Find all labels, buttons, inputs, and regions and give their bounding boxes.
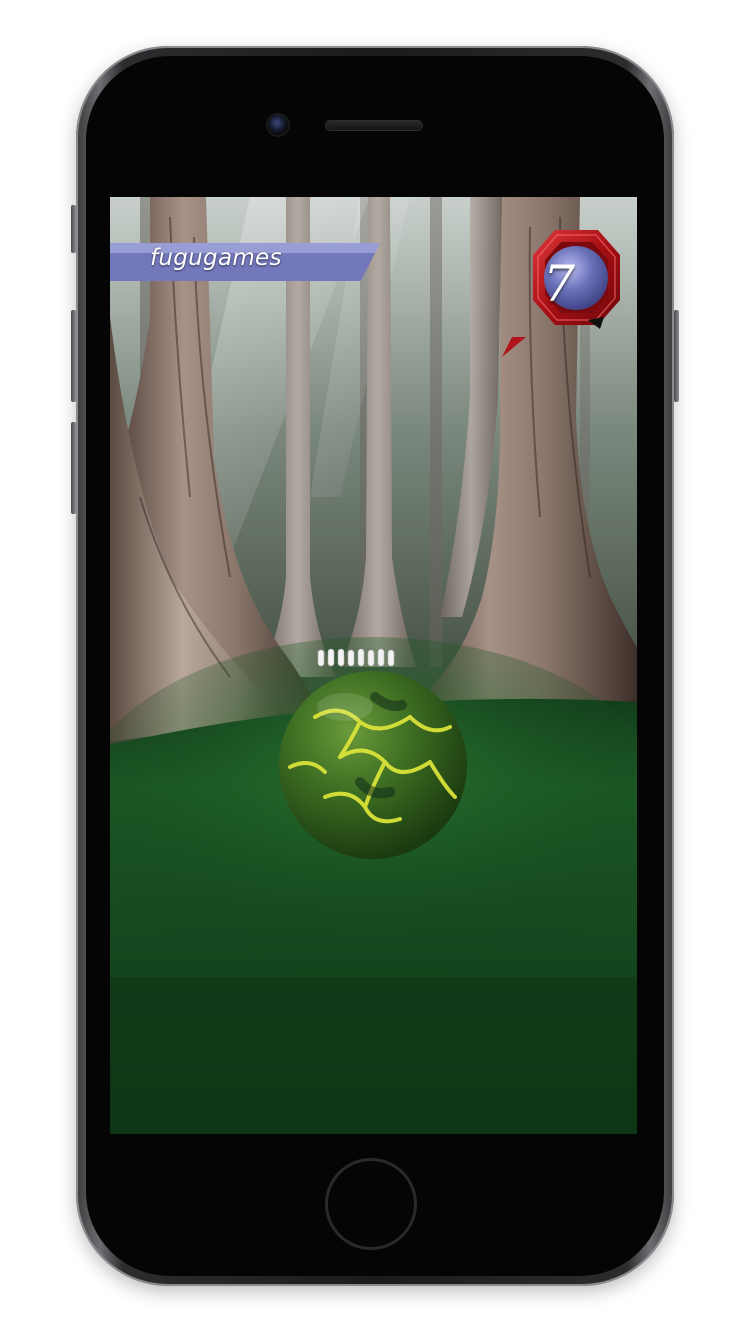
player-name: fugugames	[150, 245, 282, 271]
forest-bowling-scene	[110, 197, 637, 1134]
bowling-ball-icon	[279, 671, 467, 859]
front-camera-icon	[268, 115, 288, 135]
volume-up-button	[71, 310, 76, 402]
volume-down-button	[71, 422, 76, 514]
mute-switch	[71, 205, 76, 253]
pins-remaining-count: 7	[543, 255, 575, 313]
game-screen[interactable]: fugugames 7	[110, 197, 637, 1134]
power-button	[674, 310, 679, 402]
earpiece-speaker	[326, 121, 422, 130]
home-button[interactable]	[325, 1158, 417, 1250]
